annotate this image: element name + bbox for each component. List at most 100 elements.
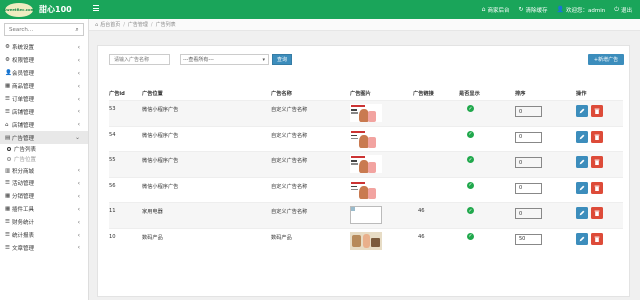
ad-name: 自定义广告名称 (271, 158, 308, 165)
grid-icon: ▦ (5, 206, 11, 213)
sort-input[interactable]: 0 (515, 182, 542, 194)
sidebar-item[interactable]: ▦ 插件工具 ‹ (0, 203, 88, 216)
pencil-icon (579, 185, 585, 191)
sidebar-item[interactable]: ▥ 积分商城 ‹ (0, 164, 88, 177)
trash-icon (594, 134, 600, 140)
chevron-left-icon: ‹ (77, 167, 80, 175)
sort-input[interactable]: 0 (515, 208, 542, 220)
sidebar-item-label: 店铺管理 (12, 122, 35, 129)
add-ad-button[interactable]: +新增广告 (588, 54, 624, 65)
sidebar-item[interactable]: ▤ 广告管理 ⌄ (0, 131, 88, 145)
ad-position: 微信小程序广告 (142, 132, 179, 139)
shown-check-icon[interactable]: ✓ (467, 156, 474, 164)
delete-button[interactable] (591, 105, 603, 117)
chevron-left-icon: ‹ (77, 69, 80, 77)
ad-image (350, 129, 382, 148)
merchant-backend-label: 商家后台 (487, 7, 510, 14)
breadcrumb-ad-manage[interactable]: 广告管理 (128, 21, 148, 28)
merchant-backend-link[interactable]: ⌂ 商家后台 (482, 6, 510, 14)
sidebar-item-label: 商品管理 (12, 84, 35, 91)
edit-button[interactable] (576, 130, 588, 143)
sidebar-item[interactable]: ⚙ 权限管理 ‹ (0, 54, 88, 67)
delete-button[interactable] (591, 232, 603, 245)
shown-check-icon[interactable]: ✓ (467, 232, 474, 240)
sidebar-item-label: 积分商城 (12, 168, 35, 175)
folder-icon: ▤ (5, 134, 11, 141)
circle-icon (7, 157, 11, 162)
sidebar-subitem[interactable]: 广告位置 (0, 154, 88, 164)
sidebar-item-label: 权限管理 (12, 58, 35, 65)
user-welcome[interactable]: 👤 欢迎您：admin (557, 6, 606, 14)
sidebar-subitem-label: 广告位置 (14, 157, 37, 164)
sidebar-item[interactable]: ⌂ 店铺管理 ‹ (0, 118, 88, 131)
shown-check-icon[interactable]: ✓ (467, 105, 474, 112)
list-icon: ☰ (5, 244, 10, 251)
menu-toggle-icon[interactable] (93, 5, 99, 13)
ad-name-search-input[interactable] (109, 54, 170, 65)
delete-button[interactable] (591, 156, 603, 169)
sidebar-item-label: 分销管理 (12, 194, 35, 201)
ad-position-select[interactable]: ---查看所有--- ▾ (180, 54, 269, 65)
shown-check-icon[interactable]: ✓ (467, 181, 474, 189)
sidebar-item[interactable]: ☰ 财务统计 ‹ (0, 216, 88, 229)
sidebar-subitem[interactable]: 广告列表 (0, 144, 88, 154)
sidebar-item[interactable]: ⚙ 系统设置 ‹ (0, 41, 88, 54)
logo[interactable]: SweetRec.com (3, 2, 35, 17)
delete-button[interactable] (591, 130, 603, 143)
sidebar-item[interactable]: ☰ 活动管理 ‹ (0, 177, 88, 190)
edit-button[interactable] (576, 207, 588, 220)
sort-input[interactable]: 50 (515, 233, 542, 245)
table-row: 53 微信小程序广告 自定义广告名称 ✓ 0 (109, 100, 623, 126)
sidebar-item[interactable]: ▦ 分销管理 ‹ (0, 190, 88, 203)
logout-label: 退出 (620, 7, 632, 14)
user-icon: 👤 (5, 70, 12, 77)
ad-position: 家用电器 (142, 209, 163, 216)
ad-image (350, 231, 382, 250)
sidebar-item[interactable]: ▦ 商品管理 ‹ (0, 80, 88, 93)
delete-button[interactable] (591, 207, 603, 220)
sidebar-search-input[interactable] (5, 24, 71, 35)
pencil-icon (579, 134, 585, 139)
query-button[interactable]: 查询 (272, 54, 292, 65)
sidebar-item-label: 财务统计 (12, 220, 35, 227)
sidebar-item[interactable]: ☰ 订单管理 ‹ (0, 93, 88, 106)
pencil-icon (579, 108, 585, 114)
ad-position: 微信小程序广告 (142, 158, 179, 165)
sort-input[interactable]: 0 (515, 157, 542, 169)
ad-image-thumbnail (350, 155, 382, 174)
logout-link[interactable]: ⏻ 退出 (614, 6, 632, 14)
breadcrumb: ⌂ 后台首页 / 广告管理 / 广告列表 (89, 19, 640, 31)
clear-cache-link[interactable]: ↻ 清除缓存 (518, 6, 547, 14)
list-icon: ☰ (5, 232, 10, 239)
sidebar-item[interactable]: ☰ 文章管理 ‹ (0, 241, 88, 254)
edit-button[interactable] (576, 181, 588, 194)
sort-input[interactable]: 0 (515, 106, 542, 117)
sidebar-item-label: 文章管理 (12, 245, 35, 252)
trash-icon (594, 108, 600, 114)
ad-position-select-value: ---查看所有--- (183, 57, 214, 63)
home-icon: ⌂ (5, 121, 9, 128)
ad-list-panel: ---查看所有--- ▾ 查询 +新增广告 广告id 广告位置 广告名称 广告图… (97, 45, 630, 297)
edit-button[interactable] (576, 156, 588, 169)
chevron-down-icon: ▾ (262, 57, 265, 63)
ad-position: 微信小程序广告 (142, 183, 179, 190)
breadcrumb-home-icon: ⌂ (95, 21, 99, 28)
sidebar-item[interactable]: 👤 会员管理 ‹ (0, 67, 88, 80)
shown-check-icon[interactable]: ✓ (467, 130, 474, 138)
sidebar-item[interactable]: ☰ 统计报表 ‹ (0, 229, 88, 242)
sidebar-item[interactable]: ☰ 店铺管理 ‹ (0, 105, 88, 118)
grid-icon: ▦ (5, 83, 11, 90)
sidebar-item-label: 系统设置 (12, 45, 35, 52)
chevron-left-icon: ‹ (77, 82, 80, 90)
breadcrumb-home[interactable]: 后台首页 (100, 21, 120, 28)
search-icon[interactable]: ⌕ (71, 26, 83, 34)
ad-name: 自定义广告名称 (271, 107, 308, 113)
delete-button[interactable] (591, 181, 603, 194)
list-icon: ☰ (5, 96, 10, 102)
sort-input[interactable]: 0 (515, 131, 542, 143)
shown-check-icon[interactable]: ✓ (467, 207, 474, 215)
header-image: 广告图片 (350, 91, 371, 97)
edit-button[interactable] (576, 232, 588, 245)
edit-button[interactable] (576, 105, 588, 117)
brand-name: 甜心100 (39, 5, 72, 14)
